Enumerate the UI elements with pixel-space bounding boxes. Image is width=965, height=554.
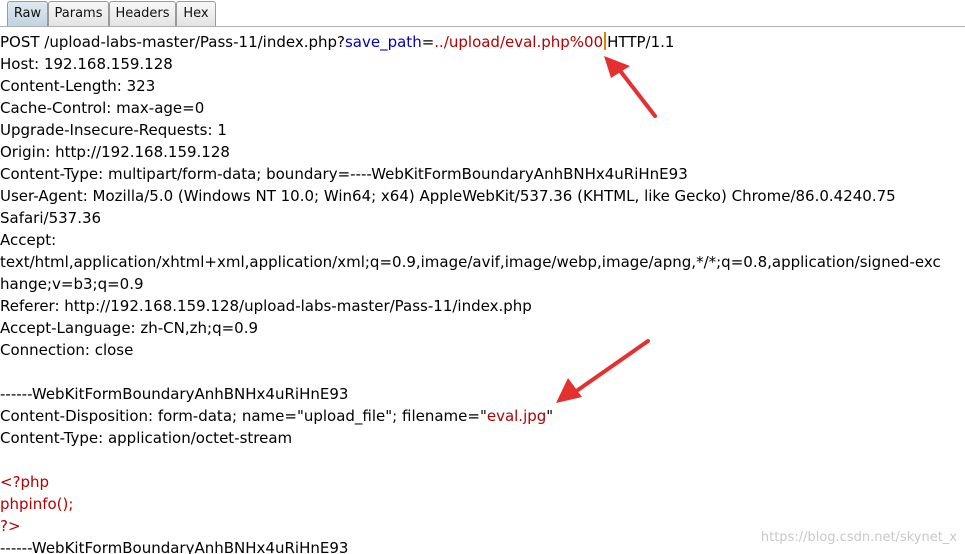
param-value: ../upload/eval.php%00 bbox=[434, 33, 604, 51]
content-disposition: Content-Disposition: form-data; name="up… bbox=[0, 405, 553, 427]
disposition-prefix: Content-Disposition: form-data; name="up… bbox=[0, 407, 487, 425]
php-close-tag: ?> bbox=[0, 517, 21, 535]
watermark: https://blog.csdn.net/skynet_x bbox=[760, 530, 957, 545]
header-accept-language: Accept-Language: zh-CN,zh;q=0.9 bbox=[0, 319, 259, 337]
request-protocol: HTTP/1.1 bbox=[607, 33, 675, 51]
tab-raw[interactable]: Raw bbox=[7, 1, 48, 26]
header-connection: Connection: close bbox=[0, 341, 134, 359]
php-code: phpinfo(); bbox=[0, 495, 74, 513]
tab-headers[interactable]: Headers bbox=[109, 1, 176, 26]
header-upgrade: Upgrade-Insecure-Requests: 1 bbox=[0, 121, 227, 139]
tab-params[interactable]: Params bbox=[48, 1, 109, 26]
header-origin: Origin: http://192.168.159.128 bbox=[0, 143, 230, 161]
multipart-boundary-end: ------WebKitFormBoundaryAnhBNHx4uRiHnE93 bbox=[0, 539, 349, 554]
text-caret bbox=[604, 32, 607, 50]
request-method-path: POST /upload-labs-master/Pass-11/index.p… bbox=[0, 33, 345, 51]
php-open-tag: <?php bbox=[0, 473, 50, 491]
header-accept-value: text/html,application/xhtml+xml,applicat… bbox=[0, 253, 941, 271]
param-equals: = bbox=[421, 33, 435, 51]
header-user-agent: User-Agent: Mozilla/5.0 (Windows NT 10.0… bbox=[0, 187, 896, 205]
view-tabbar: Raw Params Headers Hex bbox=[0, 0, 965, 27]
request-line: POST /upload-labs-master/Pass-11/index.p… bbox=[0, 31, 674, 53]
header-accept: Accept: bbox=[0, 231, 57, 249]
header-accept-value-cont: hange;v=b3;q=0.9 bbox=[0, 275, 144, 293]
header-host: Host: 192.168.159.128 bbox=[0, 55, 173, 73]
part-content-type: Content-Type: application/octet-stream bbox=[0, 429, 293, 447]
raw-request-editor[interactable]: POST /upload-labs-master/Pass-11/index.p… bbox=[0, 27, 965, 554]
header-content-type: Content-Type: multipart/form-data; bound… bbox=[0, 165, 688, 183]
tab-hex[interactable]: Hex bbox=[176, 1, 216, 26]
param-name: save_path bbox=[344, 33, 422, 51]
header-user-agent-cont: Safari/537.36 bbox=[0, 209, 102, 227]
upload-filename: eval.jpg bbox=[486, 407, 547, 425]
header-referer: Referer: http://192.168.159.128/upload-l… bbox=[0, 297, 532, 315]
disposition-suffix: " bbox=[546, 407, 554, 425]
header-cache-control: Cache-Control: max-age=0 bbox=[0, 99, 205, 117]
header-content-length: Content-Length: 323 bbox=[0, 77, 156, 95]
multipart-boundary: ------WebKitFormBoundaryAnhBNHx4uRiHnE93 bbox=[0, 385, 349, 403]
